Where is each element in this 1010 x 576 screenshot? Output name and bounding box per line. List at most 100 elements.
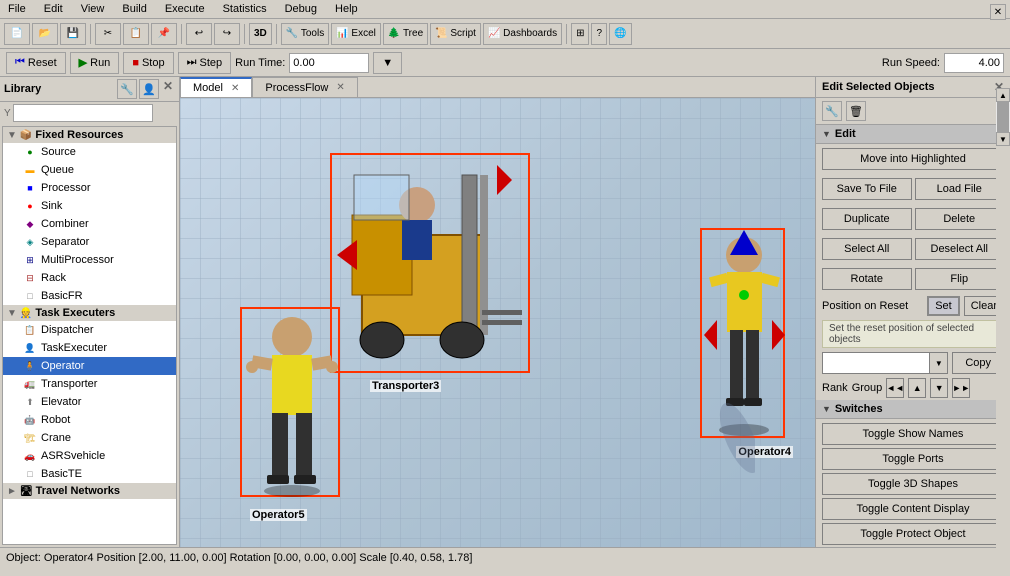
transporter3-selection-box[interactable] <box>330 153 530 373</box>
tree-item-elevator[interactable]: ⬆ Elevator <box>3 393 176 411</box>
tree-item-queue[interactable]: ▬ Queue <box>3 161 176 179</box>
save-btn[interactable]: 💾 <box>60 23 86 45</box>
tree-item-separator[interactable]: ◈ Separator <box>3 233 176 251</box>
tree-item-transporter[interactable]: 🚛 Transporter <box>3 375 176 393</box>
switches-section-header[interactable]: ▼ Switches <box>816 400 1010 419</box>
tree-category-fixed-resources[interactable]: ▼ 📦 Fixed Resources <box>3 127 176 143</box>
viewport-container[interactable]: Transporter3 <box>180 98 815 547</box>
menu-edit[interactable]: Edit <box>40 2 67 16</box>
run-time-input[interactable] <box>289 53 369 73</box>
edit-section-header[interactable]: ▼ Edit <box>816 125 1010 144</box>
run-button[interactable]: ▶ Run <box>70 52 120 74</box>
menu-file[interactable]: File <box>4 2 30 16</box>
toggle-show-names-btn[interactable]: Toggle Show Names <box>822 423 1004 445</box>
menu-build[interactable]: Build <box>118 2 150 16</box>
tree-item-crane[interactable]: 🏗 Crane <box>3 429 176 447</box>
run-time-dropdown[interactable]: ▼ <box>373 52 402 74</box>
open-btn[interactable]: 📂 <box>32 23 58 45</box>
delete-btn[interactable]: Delete <box>915 208 1005 230</box>
elevator-icon: ⬆ <box>23 395 37 409</box>
tree-item-sink[interactable]: ● Sink <box>3 197 176 215</box>
tree-item-rack[interactable]: ⊟ Rack <box>3 269 176 287</box>
tree-item-combiner[interactable]: ◆ Combiner <box>3 215 176 233</box>
tab-model-close[interactable]: ✕ <box>231 83 239 94</box>
tab-processflow[interactable]: ProcessFlow ✕ <box>252 77 357 97</box>
rank-down-right-btn[interactable]: ►► <box>952 378 970 398</box>
tree-item-operator[interactable]: 🧍 Operator <box>3 357 176 375</box>
rotate-btn[interactable]: Rotate <box>822 268 912 290</box>
dropdown-arrow[interactable]: ▼ <box>929 353 947 373</box>
edit-tool-btn2[interactable]: 🗑 <box>846 101 866 121</box>
scroll-up-btn[interactable]: ▲ <box>996 88 1010 102</box>
tree-item-basicte[interactable]: □ BasicTE <box>3 465 176 483</box>
library-search-input[interactable] <box>13 104 153 122</box>
reset-button[interactable]: ⏮ Reset <box>6 52 66 74</box>
scroll-track[interactable] <box>996 102 1010 132</box>
dropdown-area[interactable]: ▼ <box>822 352 948 374</box>
set-btn[interactable]: Set <box>927 296 960 316</box>
save-to-file-btn[interactable]: Save To File <box>822 178 912 200</box>
tree-item-robot[interactable]: 🤖 Robot <box>3 411 176 429</box>
stop-button[interactable]: ■ Stop <box>123 52 173 74</box>
run-speed-input[interactable] <box>944 53 1004 73</box>
tab-bar: Model ✕ ProcessFlow ✕ _ ✕ <box>180 77 815 98</box>
menu-debug[interactable]: Debug <box>281 2 321 16</box>
tools-btn[interactable]: 🔧 Tools <box>281 23 329 45</box>
library-icon2[interactable]: 👤 <box>139 79 159 99</box>
help-btn[interactable]: ? <box>591 23 607 45</box>
toggle-protect-object-btn[interactable]: Toggle Protect Object <box>822 523 1004 545</box>
menu-help[interactable]: Help <box>331 2 362 16</box>
undo-btn[interactable]: ↩ <box>186 23 212 45</box>
tree-category-task-executers[interactable]: ▼ 👷 Task Executers <box>3 305 176 321</box>
paste-btn[interactable]: 📌 <box>151 23 177 45</box>
edit-panel-content: ▼ Edit Move into Highlighted Save To Fil… <box>816 125 1010 547</box>
tree-item-multiprocessor[interactable]: ⊞ MultiProcessor <box>3 251 176 269</box>
asrsvehicle-icon: 🚗 <box>23 449 37 463</box>
menu-statistics[interactable]: Statistics <box>219 2 271 16</box>
tree-item-basicfr[interactable]: □ BasicFR <box>3 287 176 305</box>
toggle-content-display-btn[interactable]: Toggle Content Display <box>822 498 1004 520</box>
edit-tool-btn1[interactable]: 🔧 <box>822 101 842 121</box>
tree-item-processor[interactable]: ■ Processor <box>3 179 176 197</box>
duplicate-btn[interactable]: Duplicate <box>822 208 912 230</box>
operator5-selection-box[interactable] <box>240 307 340 497</box>
library-close[interactable]: ✕ <box>161 79 175 99</box>
tree-item-source[interactable]: ● Source <box>3 143 176 161</box>
scroll-thumb[interactable] <box>997 102 1009 132</box>
new-btn[interactable]: 📄 <box>4 23 30 45</box>
excel-btn[interactable]: 📊 Excel <box>331 23 381 45</box>
rank-up-btn[interactable]: ▲ <box>908 378 926 398</box>
rank-down-btn[interactable]: ▼ <box>930 378 948 398</box>
switches-buttons: Toggle Show Names Toggle Ports Toggle 3D… <box>816 419 1010 547</box>
cut-btn[interactable]: ✂ <box>95 23 121 45</box>
tree-btn[interactable]: 🌲 Tree <box>383 23 428 45</box>
menu-execute[interactable]: Execute <box>161 2 209 16</box>
redo-btn[interactable]: ↪ <box>214 23 240 45</box>
scroll-down-btn[interactable]: ▼ <box>996 132 1010 146</box>
library-icon1[interactable]: 🔧 <box>117 79 137 99</box>
rank-up-left-btn[interactable]: ◄◄ <box>886 378 904 398</box>
copy-btn[interactable]: 📋 <box>123 23 149 45</box>
tree-category-travel-networks[interactable]: ► 🛣 Travel Networks <box>3 483 176 499</box>
web-btn[interactable]: 🌐 <box>609 23 631 45</box>
deselect-all-btn[interactable]: Deselect All <box>915 238 1005 260</box>
dashboards-btn[interactable]: 📈 Dashboards <box>483 23 562 45</box>
flip-btn[interactable]: Flip <box>915 268 1005 290</box>
load-file-btn[interactable]: Load File <box>915 178 1005 200</box>
toggle-3d-shapes-btn[interactable]: Toggle 3D Shapes <box>822 473 1004 495</box>
step-button[interactable]: ⏭ Step <box>178 52 232 74</box>
toggle-ports-btn[interactable]: Toggle Ports <box>822 448 1004 470</box>
grid-btn[interactable]: ⊞ <box>571 23 589 45</box>
select-all-btn[interactable]: Select All <box>822 238 912 260</box>
tab-model[interactable]: Model ✕ <box>180 77 252 97</box>
tree-item-dispatcher[interactable]: 📋 Dispatcher <box>3 321 176 339</box>
main-toolbar: 📄 📂 💾 ✂ 📋 📌 ↩ ↪ 3D 🔧 Tools 📊 Excel 🌲 Tre… <box>0 19 1010 49</box>
viewport-3d[interactable]: Transporter3 <box>180 98 815 547</box>
script-btn[interactable]: 📜 Script <box>430 23 481 45</box>
3d-btn[interactable]: 3D <box>249 23 272 45</box>
tab-processflow-close[interactable]: ✕ <box>336 82 344 93</box>
menu-view[interactable]: View <box>77 2 109 16</box>
tree-item-asrsvehicle[interactable]: 🚗 ASRSvehicle <box>3 447 176 465</box>
tree-item-taskexecuter[interactable]: 👤 TaskExecuter <box>3 339 176 357</box>
move-into-highlighted-btn[interactable]: Move into Highlighted <box>822 148 1004 170</box>
